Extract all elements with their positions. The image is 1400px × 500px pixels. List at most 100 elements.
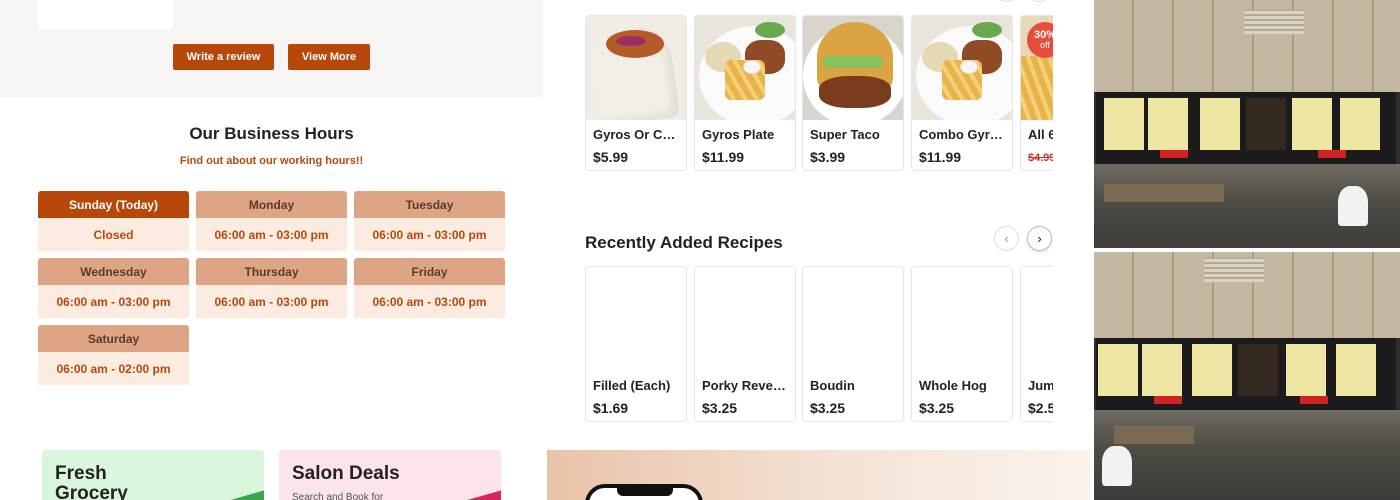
recipe-name: Whole Hog: [919, 378, 987, 393]
day-label: Friday: [354, 258, 505, 285]
recipes-prev-button[interactable]: ‹: [994, 226, 1019, 251]
menu-item-card[interactable]: Gyros Plate $11.99: [694, 15, 796, 171]
recipe-price: $3.25: [702, 400, 738, 416]
recipe-card[interactable]: Boudin $3.25: [802, 266, 904, 422]
recipe-price: $3.25: [810, 400, 846, 416]
recipe-name: Filled (Each): [593, 378, 671, 393]
promo-title: Fresh Grocery: [55, 463, 128, 500]
recipe-name: Boudin: [810, 378, 855, 393]
hours-day-friday: Friday 06:00 am - 03:00 pm: [354, 258, 505, 318]
food-image: [803, 16, 903, 120]
day-time: 06:00 am - 03:00 pm: [354, 218, 505, 251]
hours-subtitle: Find out about our working hours!!: [179, 155, 364, 167]
page: Write a review View More Our Business Ho…: [0, 0, 1400, 500]
recipe-name: Jum: [1028, 378, 1053, 393]
day-label: Saturday: [38, 325, 189, 352]
grocery-promo-banner[interactable]: Fresh Grocery: [42, 450, 264, 500]
day-time: 06:00 am - 03:00 pm: [354, 285, 505, 318]
item-name: Super Taco: [810, 127, 880, 142]
day-label: Sunday (Today): [38, 191, 189, 218]
photo-menu-panel: [1286, 344, 1326, 396]
item-name: Combo Gyros Plate: [919, 127, 1009, 142]
day-label: Thursday: [196, 258, 347, 285]
recipe-card[interactable]: Porky Revenge $3.25: [694, 266, 796, 422]
photo-menu-board: [1096, 92, 1396, 164]
recipe-card[interactable]: Jum $2.5: [1020, 266, 1053, 422]
food-shape: [1021, 56, 1053, 120]
recipe-price: $3.25: [919, 400, 955, 416]
food-shape: [972, 22, 1002, 38]
chevron-left-icon: ‹: [1004, 231, 1009, 246]
day-time: 06:00 am - 03:00 pm: [196, 218, 347, 251]
recipes-next-button[interactable]: ›: [1027, 226, 1052, 251]
photo-menu-panel: [1238, 344, 1278, 396]
food-shape: [743, 60, 761, 74]
discount-percent: 30%: [1033, 29, 1053, 41]
photo-menu-board: [1096, 338, 1396, 410]
hours-day-wednesday: Wednesday 06:00 am - 03:00 pm: [38, 258, 189, 318]
recipes-carousel: Filled (Each) $1.69 Porky Revenge $3.25 …: [585, 265, 1053, 423]
photo-menu-panel: [1292, 98, 1332, 150]
view-more-button[interactable]: View More: [288, 44, 370, 70]
restaurant-photo[interactable]: [1094, 252, 1400, 500]
photo-menu-panel: [1098, 344, 1138, 396]
carousel-next-button[interactable]: [1027, 0, 1052, 2]
review-card: [38, 0, 173, 30]
food-image: 30% off: [1021, 16, 1053, 120]
promo-text: Search and Book for: [292, 492, 384, 500]
day-label: Monday: [196, 191, 347, 218]
hours-title: Our Business Hours: [189, 124, 354, 143]
menu-item-card[interactable]: 30% off All 6 $4.99: [1020, 15, 1053, 171]
item-name: Gyros Plate: [702, 127, 775, 142]
day-time: 06:00 am - 02:00 pm: [38, 352, 189, 385]
photo-menu-panel: [1340, 98, 1380, 150]
day-time: 06:00 am - 03:00 pm: [38, 285, 189, 318]
photo-wall: [1094, 164, 1400, 248]
photo-vent: [1204, 258, 1264, 282]
photo-menu-panel: [1192, 344, 1232, 396]
food-shape: [755, 22, 785, 38]
day-label: Tuesday: [354, 191, 505, 218]
recipe-card[interactable]: Whole Hog $3.25: [911, 266, 1013, 422]
photo-menu-panel: [1142, 344, 1182, 396]
app-download-banner[interactable]: [547, 450, 1090, 500]
item-name: Gyros Or Chicken Gyros: [593, 127, 683, 142]
restaurant-photo[interactable]: [1094, 0, 1400, 248]
photo-shelf: [1104, 184, 1224, 202]
write-review-button[interactable]: Write a review: [173, 44, 274, 70]
hours-day-saturday: Saturday 06:00 am - 02:00 pm: [38, 325, 189, 385]
food-shape: [960, 60, 978, 74]
item-price: $11.99: [702, 149, 745, 165]
photo-menu-panel: [1246, 98, 1286, 150]
hours-day-tuesday: Tuesday 06:00 am - 03:00 pm: [354, 191, 505, 251]
recipes-title: Recently Added Recipes: [585, 233, 783, 252]
recipe-price: $2.5: [1028, 400, 1053, 416]
menu-item-card[interactable]: Gyros Or Chicken Gyros $5.99: [585, 15, 687, 171]
food-image: [586, 16, 686, 120]
hours-day-sunday: Sunday (Today) Closed: [38, 191, 189, 251]
photo-sign: [1300, 396, 1328, 404]
day-label: Wednesday: [38, 258, 189, 285]
photo-menu-panel: [1148, 98, 1188, 150]
food-shape: [819, 76, 891, 108]
menu-item-card[interactable]: Super Taco $3.99: [802, 15, 904, 171]
hours-day-thursday: Thursday 06:00 am - 03:00 pm: [196, 258, 347, 318]
discount-text: off: [1040, 40, 1050, 50]
photo-wall: [1094, 410, 1400, 500]
phone-image: [585, 484, 703, 500]
recipe-card[interactable]: Filled (Each) $1.69: [585, 266, 687, 422]
salon-promo-banner[interactable]: Salon Deals Search and Book for: [279, 450, 501, 500]
day-time: 06:00 am - 03:00 pm: [196, 285, 347, 318]
promo-stripe: [222, 488, 264, 500]
item-price: $3.99: [810, 149, 846, 165]
carousel-prev-button[interactable]: [994, 0, 1019, 2]
photo-ceiling: [1094, 0, 1400, 92]
recipe-name: Porky Revenge: [702, 378, 792, 393]
photo-sign: [1154, 396, 1182, 404]
photo-bag: [1338, 186, 1368, 226]
review-panel: Write a review View More: [0, 0, 543, 97]
photo-menu-panel: [1336, 344, 1376, 396]
item-old-price: $4.99: [1028, 152, 1053, 164]
photo-menu-panel: [1200, 98, 1240, 150]
menu-item-card[interactable]: Combo Gyros Plate $11.99: [911, 15, 1013, 171]
